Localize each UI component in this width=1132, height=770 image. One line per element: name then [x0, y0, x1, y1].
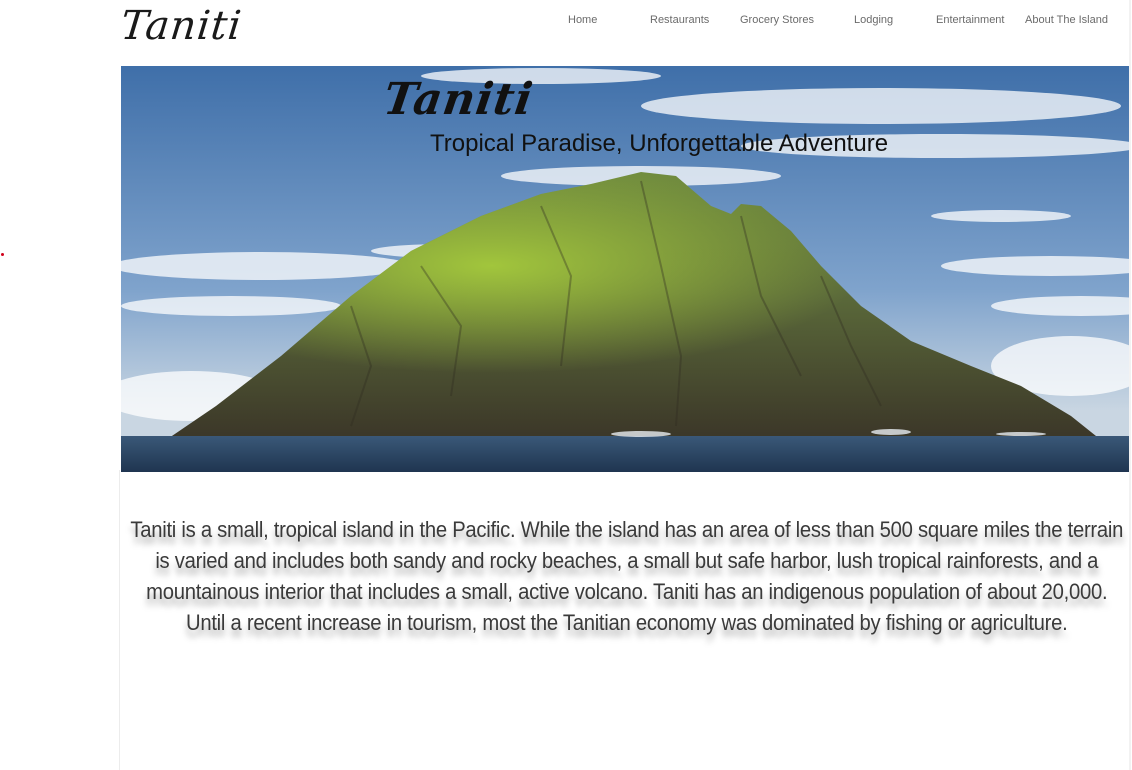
content-left-border	[119, 470, 120, 770]
nav-grocery-stores[interactable]: Grocery Stores	[740, 14, 814, 26]
nav-lodging[interactable]: Lodging	[854, 14, 893, 26]
page-edge-divider	[1129, 0, 1131, 770]
nav-home[interactable]: Home	[568, 14, 597, 26]
site-logo[interactable]: Taniti	[118, 0, 245, 54]
hero-island-image	[121, 66, 1129, 472]
hero-banner: Taniti Tropical Paradise, Unforgettable …	[121, 66, 1129, 472]
nav-entertainment[interactable]: Entertainment	[936, 14, 1004, 26]
stray-dot	[1, 253, 4, 256]
island-intro-text: Taniti is a small, tropical island in th…	[130, 517, 1124, 635]
nav-restaurants[interactable]: Restaurants	[650, 14, 709, 26]
hero-logo: Taniti	[380, 74, 537, 125]
hero-tagline: Tropical Paradise, Unforgettable Adventu…	[430, 130, 889, 157]
nav-about-the-island[interactable]: About The Island	[1025, 14, 1108, 26]
